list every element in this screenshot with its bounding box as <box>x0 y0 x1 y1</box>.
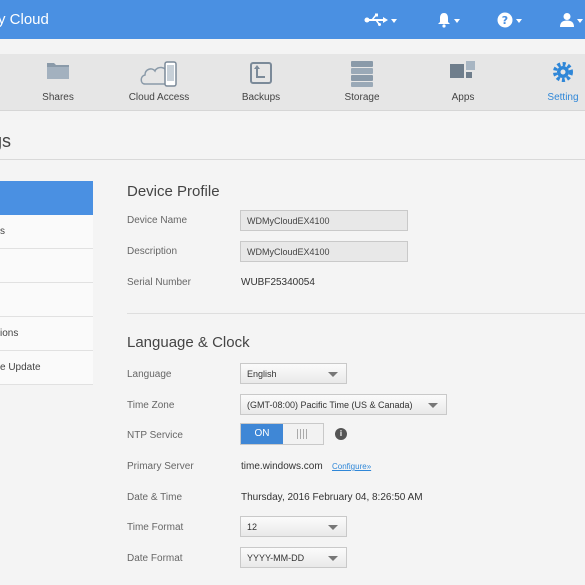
svg-text:?: ? <box>502 14 508 27</box>
date-time-value: Thursday, 2016 February 04, 8:26:50 AM <box>241 492 423 503</box>
user-icon <box>560 13 574 27</box>
time-zone-select[interactable]: (GMT-08:00) Pacific Time (US & Canada) <box>240 394 447 415</box>
top-bar: y Cloud ? <box>0 0 585 39</box>
sidebar-item-label: ions <box>0 328 19 339</box>
settings-sidebar: s ions e Update <box>0 181 93 385</box>
sidebar-item-label: s <box>0 226 5 237</box>
serial-number-value: WUBF25340054 <box>241 277 315 288</box>
app-title: y Cloud <box>0 11 49 28</box>
page-title: gs <box>0 131 12 151</box>
help-menu[interactable]: ? <box>497 10 522 30</box>
toggle-on-label: ON <box>241 424 283 444</box>
backup-icon <box>250 62 272 84</box>
nav-storage-label: Storage <box>344 92 380 103</box>
time-zone-select-value: (GMT-08:00) Pacific Time (US & Canada) <box>247 400 413 410</box>
notifications-menu[interactable] <box>437 10 460 30</box>
description-input[interactable]: WDMyCloudEX4100 <box>240 241 408 262</box>
serial-number-label: Serial Number <box>127 277 191 288</box>
chevron-down-icon <box>516 19 522 23</box>
chevron-down-icon <box>454 19 460 23</box>
time-format-select-value: 12 <box>247 522 258 532</box>
ntp-service-label: NTP Service <box>127 430 183 441</box>
ntp-service-toggle[interactable]: ON <box>240 423 324 445</box>
apps-icon <box>450 61 475 78</box>
chevron-down-icon <box>391 19 397 23</box>
sidebar-item-label: e Update <box>0 362 41 373</box>
storage-icon <box>351 61 373 87</box>
nav-backups[interactable]: Backups <box>216 54 306 110</box>
info-icon[interactable]: i <box>335 428 347 440</box>
nav-apps[interactable]: Apps <box>418 54 508 110</box>
chevron-down-icon <box>428 403 438 408</box>
toggle-grip-icon <box>297 429 307 439</box>
nav-apps-label: Apps <box>451 92 475 103</box>
time-zone-label: Time Zone <box>127 400 175 411</box>
date-format-select[interactable]: YYYY-MM-DD <box>240 547 347 568</box>
main-nav: Shares Cloud Access Backups Storage Apps… <box>0 54 585 111</box>
usb-menu[interactable] <box>364 10 397 30</box>
sidebar-item-notifications[interactable]: ions <box>0 317 93 351</box>
divider <box>0 159 585 160</box>
folder-icon <box>47 63 69 79</box>
primary-server-value: time.windows.com <box>241 461 323 472</box>
device-profile-title: Device Profile <box>127 183 220 200</box>
nav-shares[interactable]: Shares <box>13 54 103 110</box>
time-format-select[interactable]: 12 <box>240 516 347 537</box>
sidebar-item-2[interactable]: s <box>0 215 93 249</box>
nav-settings[interactable]: Setting <box>518 54 585 110</box>
nav-shares-label: Shares <box>42 92 74 103</box>
primary-server-label: Primary Server <box>127 461 194 472</box>
language-select[interactable]: English <box>240 363 347 384</box>
description-label: Description <box>127 246 178 257</box>
device-name-label: Device Name <box>127 215 188 226</box>
sidebar-item-3[interactable] <box>0 249 93 283</box>
date-format-label: Date Format <box>127 553 183 564</box>
language-select-value: English <box>247 369 277 379</box>
nav-cloud-access[interactable]: Cloud Access <box>114 54 204 110</box>
nav-settings-label: Setting <box>547 92 579 103</box>
sidebar-item-firmware-update[interactable]: e Update <box>0 351 93 385</box>
nav-storage[interactable]: Storage <box>317 54 407 110</box>
nav-backups-label: Backups <box>241 92 281 103</box>
language-clock-title: Language & Clock <box>127 334 250 351</box>
configure-link[interactable]: Configure» <box>332 462 371 471</box>
sidebar-item-general[interactable] <box>0 181 93 215</box>
chevron-down-icon <box>328 372 338 377</box>
section-divider <box>127 313 585 314</box>
sidebar-item-4[interactable] <box>0 283 93 317</box>
chevron-down-icon <box>328 556 338 561</box>
chevron-down-icon <box>577 19 583 23</box>
language-label: Language <box>127 369 172 380</box>
date-time-label: Date & Time <box>127 492 183 503</box>
nav-cloud-access-label: Cloud Access <box>128 92 190 103</box>
help-icon: ? <box>497 12 513 28</box>
usb-icon <box>364 13 388 26</box>
gear-icon <box>553 62 573 82</box>
chevron-down-icon <box>328 525 338 530</box>
date-format-select-value: YYYY-MM-DD <box>247 553 305 563</box>
time-format-label: Time Format <box>127 522 184 533</box>
bell-icon <box>438 13 450 28</box>
cloud-access-icon <box>140 61 177 87</box>
user-menu[interactable] <box>560 10 583 30</box>
device-name-input[interactable]: WDMyCloudEX4100 <box>240 210 408 231</box>
